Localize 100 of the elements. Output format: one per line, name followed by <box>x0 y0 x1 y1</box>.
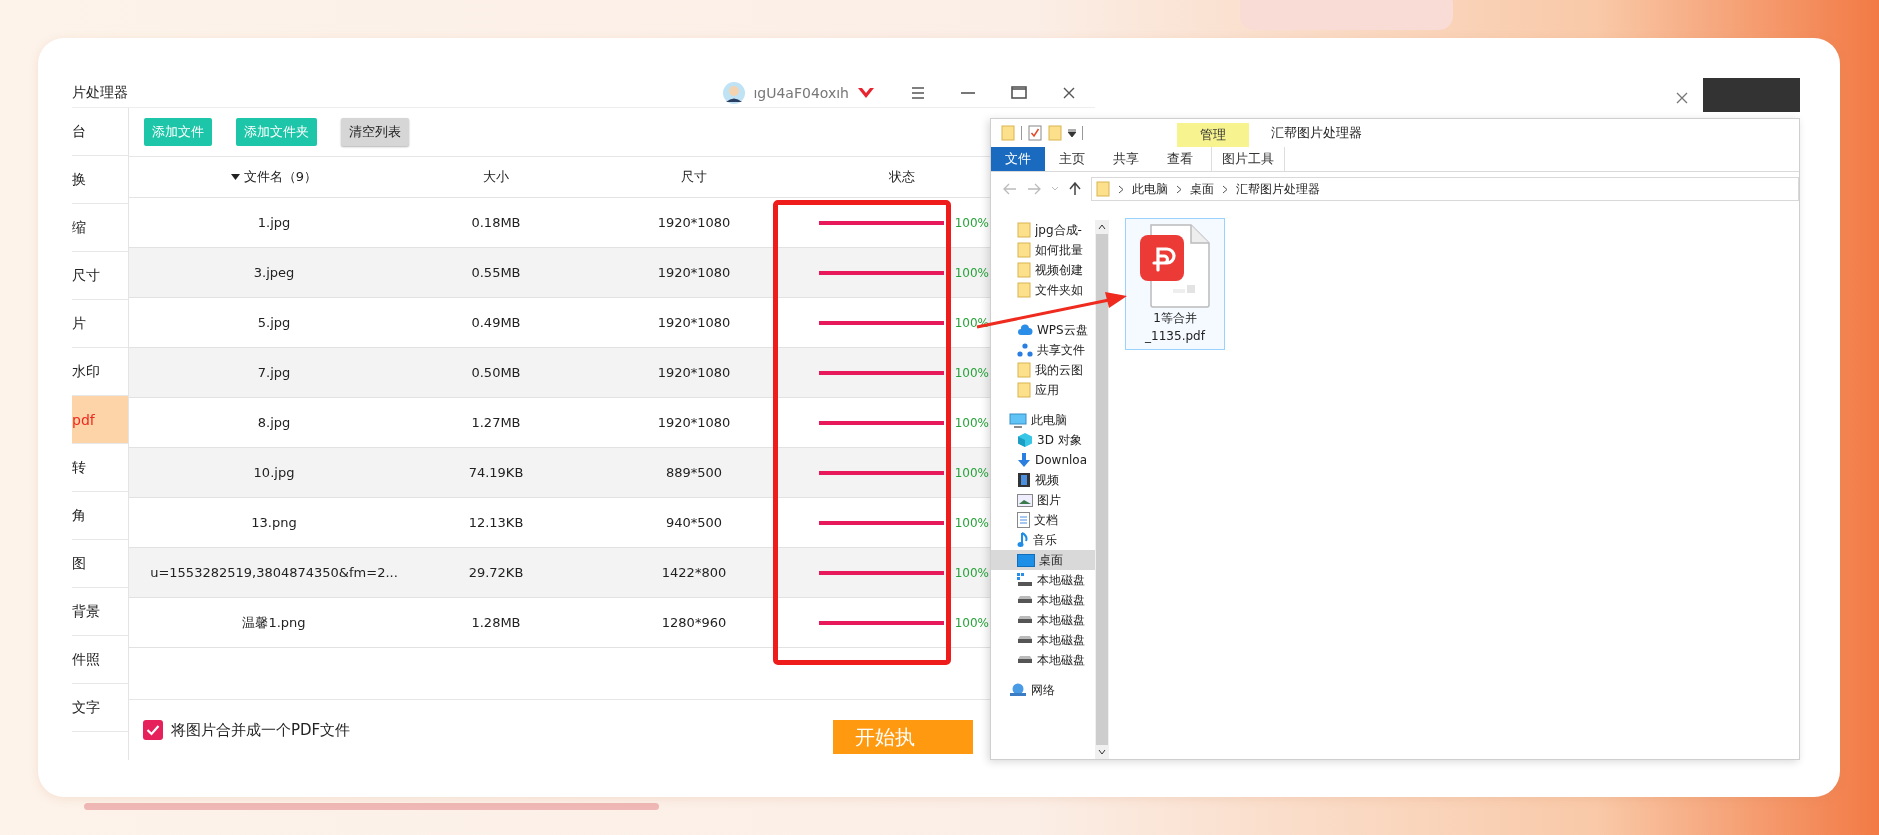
drive-icon <box>1017 636 1033 644</box>
column-header[interactable]: 文件名（9） <box>129 168 419 186</box>
cube-icon <box>1017 432 1033 448</box>
nav-item[interactable]: 桌面 <box>991 550 1095 570</box>
nav-item[interactable]: 文件夹如 <box>991 280 1095 300</box>
merge-checkbox[interactable] <box>143 720 163 740</box>
scroll-down-icon[interactable] <box>1098 749 1106 755</box>
progress-reading: 100% <box>954 515 989 530</box>
window-title: 片处理器 <box>72 83 128 102</box>
scroll-up-icon[interactable] <box>1098 224 1106 230</box>
file-size: 0.49MB <box>471 315 521 330</box>
cloud-icon <box>1017 324 1033 336</box>
folder-icon <box>1017 362 1031 378</box>
file-name: 10.jpg <box>253 465 295 480</box>
column-title: 文件名（9） <box>243 168 318 186</box>
close-icon[interactable] <box>1676 92 1688 104</box>
document-icon <box>1017 512 1030 528</box>
sidebar-item[interactable]: 件照 <box>72 636 128 684</box>
nav-item[interactable]: 网络 <box>991 680 1095 700</box>
up-arrow-icon[interactable] <box>1069 182 1081 196</box>
toolbar-button[interactable]: 清空列表 <box>341 118 409 146</box>
vip-icon <box>857 85 875 100</box>
sidebar-item[interactable]: 缩 <box>72 204 128 252</box>
nav-item[interactable]: 应用 <box>991 380 1095 400</box>
nav-item[interactable]: 此电脑 <box>991 410 1095 430</box>
file-size: 1.28MB <box>471 615 521 630</box>
nav-item[interactable]: 我的云图 <box>991 360 1095 380</box>
ribbon-tab[interactable]: 共享 <box>1099 147 1153 171</box>
progress-reading: 100% <box>954 415 989 430</box>
ribbon-tab[interactable]: 主页 <box>1045 147 1099 171</box>
ribbon-tab[interactable]: 图片工具 <box>1211 147 1285 171</box>
progress-reading: 100% <box>954 365 989 380</box>
checklist-icon[interactable] <box>1028 125 1042 141</box>
breadcrumb[interactable]: 桌面 <box>1190 180 1214 198</box>
minimize-icon[interactable] <box>961 91 975 94</box>
folder-icon <box>1017 222 1031 238</box>
picture-icon <box>1017 493 1033 507</box>
nav-item[interactable]: 共享文件 <box>991 340 1095 360</box>
file-size: 1.27MB <box>471 415 521 430</box>
file-size: 74.19KB <box>468 465 524 480</box>
folder-icon <box>1017 282 1031 298</box>
image-dimensions: 1422*800 <box>661 565 727 580</box>
nav-item[interactable]: Downloa <box>991 450 1095 470</box>
drive-icon <box>1017 656 1033 664</box>
file-size: 29.72KB <box>468 565 524 580</box>
file-size: 0.50MB <box>471 365 521 380</box>
dropdown-icon[interactable] <box>1068 129 1076 137</box>
sidebar-item[interactable]: 背景 <box>72 588 128 636</box>
maximize-icon[interactable] <box>1011 86 1027 99</box>
nav-item[interactable]: 音乐 <box>991 530 1095 550</box>
column-title: 大小 <box>483 168 509 186</box>
breadcrumb[interactable]: 汇帮图片处理器 <box>1236 180 1320 198</box>
image-dimensions: 940*500 <box>665 515 723 530</box>
sidebar-item[interactable]: 换 <box>72 156 128 204</box>
nav-item[interactable]: 视频创建 <box>991 260 1095 280</box>
sidebar-item[interactable]: 片 <box>72 300 128 348</box>
user-name: ıgU4aF04oxıh <box>753 84 849 101</box>
nav-item[interactable]: 3D 对象 <box>991 430 1095 450</box>
scrollbar[interactable] <box>1095 220 1109 759</box>
ribbon-tab[interactable]: 查看 <box>1153 147 1207 171</box>
breadcrumb[interactable]: 此电脑 <box>1132 180 1168 198</box>
nav-item[interactable]: 文档 <box>991 510 1095 530</box>
menu-icon[interactable] <box>911 86 925 99</box>
nav-item[interactable]: 视频 <box>991 470 1095 490</box>
address-bar[interactable]: 此电脑 桌面 汇帮图片处理器 <box>1091 177 1799 201</box>
sidebar-item[interactable]: 图 <box>72 540 128 588</box>
close-icon[interactable] <box>1063 86 1075 99</box>
nav-item[interactable]: 本地磁盘 <box>991 650 1095 670</box>
nav-item[interactable]: 图片 <box>991 490 1095 510</box>
image-dimensions: 1920*1080 <box>657 415 731 430</box>
nav-item[interactable]: 如何批量 <box>991 240 1095 260</box>
progress-reading: 100% <box>954 615 989 630</box>
column-header[interactable]: 状态 <box>815 168 989 186</box>
sidebar-item[interactable]: 角 <box>72 492 128 540</box>
sidebar-item[interactable]: 文字 <box>72 684 128 732</box>
file-size: 12.13KB <box>468 515 524 530</box>
file-tile[interactable]: 1等合并_1135.pdf <box>1125 218 1225 350</box>
column-header[interactable]: 尺寸 <box>573 168 815 186</box>
file-size: 0.55MB <box>471 265 521 280</box>
ribbon-tab[interactable]: 文件 <box>991 147 1045 171</box>
progress-reading: 100% <box>954 265 989 280</box>
checkbox-label: 将图片合并成一个PDF文件 <box>171 720 351 740</box>
drive-icon <box>1017 573 1033 587</box>
nav-item[interactable]: 本地磁盘 <box>991 570 1095 590</box>
sidebar-item[interactable]: 台 <box>72 108 128 156</box>
nav-item[interactable]: 本地磁盘 <box>991 590 1095 610</box>
column-title: 状态 <box>889 168 915 186</box>
nav-item[interactable]: jpg合成- <box>991 220 1095 240</box>
nav-item[interactable]: 本地磁盘 <box>991 630 1095 650</box>
sidebar-item[interactable]: 尺寸 <box>72 252 128 300</box>
sidebar-item[interactable]: 转 <box>72 444 128 492</box>
column-header[interactable]: 大小 <box>419 168 573 186</box>
film-icon <box>1017 472 1031 488</box>
folder-icon <box>1017 242 1031 258</box>
context-tab[interactable]: 管理 <box>1177 123 1249 147</box>
progress-reading: 100% <box>954 215 989 230</box>
chevron-icon <box>1176 184 1182 194</box>
nav-item[interactable]: WPS云盘 <box>991 320 1095 340</box>
desktop-icon <box>1017 553 1035 567</box>
nav-item[interactable]: 本地磁盘 <box>991 610 1095 630</box>
